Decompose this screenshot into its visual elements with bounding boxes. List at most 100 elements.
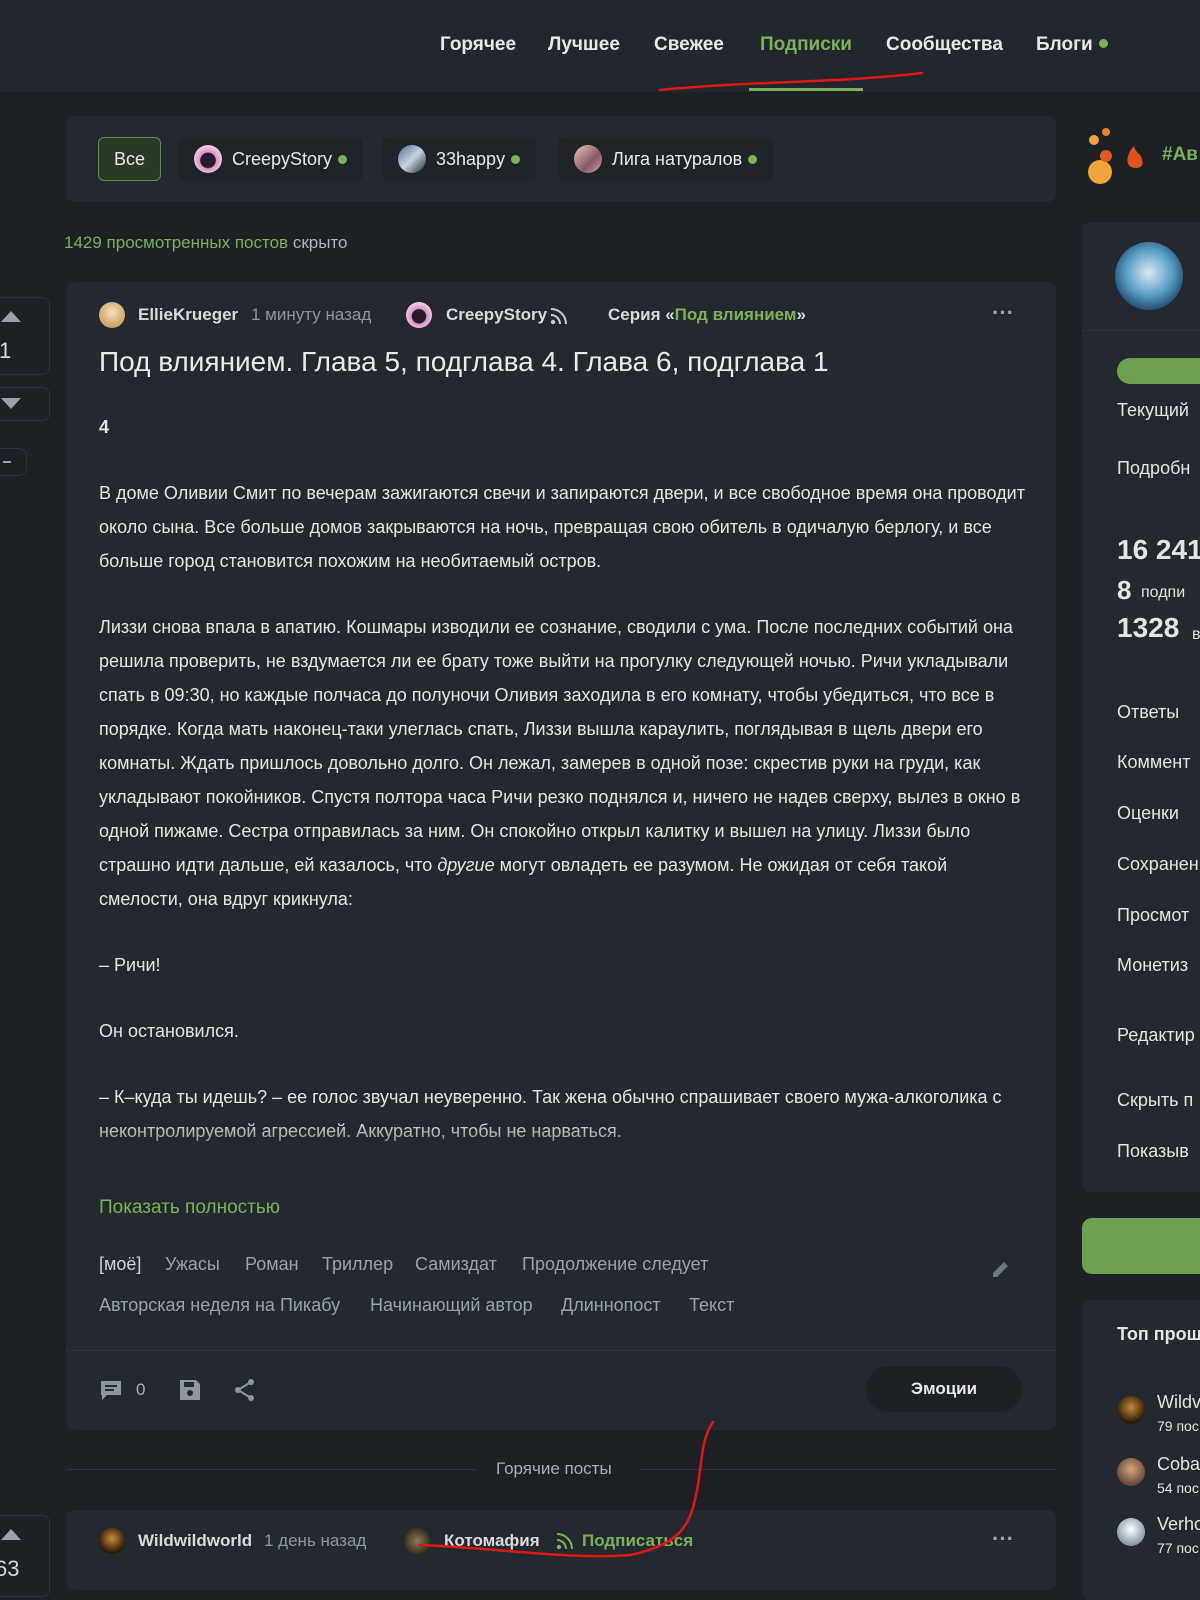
- sidebar-hide-link[interactable]: Скрыть п: [1117, 1090, 1193, 1111]
- edit-tags-icon[interactable]: [991, 1259, 1011, 1279]
- hidden-suffix: скрыто: [288, 233, 348, 252]
- hidden-posts-note: 1429 просмотренных постов скрыто: [64, 233, 347, 253]
- new-indicator-dot: [338, 154, 348, 164]
- top-user-name[interactable]: Wildv: [1157, 1392, 1200, 1413]
- paragraph: Он остановился.: [99, 1021, 239, 1041]
- tag-item[interactable]: Продолжение следует: [522, 1254, 708, 1275]
- sidebar-menu-answers[interactable]: Ответы: [1117, 702, 1179, 723]
- minus-icon: [3, 461, 11, 463]
- top-user-avatar[interactable]: [1117, 1458, 1145, 1486]
- rating-value: 63: [0, 1556, 20, 1581]
- sidebar-show-link[interactable]: Показыв: [1117, 1141, 1189, 1162]
- sidebar-details-link[interactable]: Подробн: [1117, 458, 1190, 479]
- post-time: 1 минуту назад: [251, 305, 372, 324]
- tag-item[interactable]: Текст: [689, 1295, 734, 1316]
- nav-fresh[interactable]: Свежее: [654, 34, 724, 56]
- nav-best[interactable]: Лучшее: [548, 34, 620, 56]
- sidebar-menu-viewed[interactable]: Просмот: [1117, 905, 1189, 926]
- author-avatar[interactable]: [99, 1528, 125, 1554]
- downvote-icon[interactable]: [1, 398, 21, 412]
- nav-communities[interactable]: Сообщества: [886, 34, 1003, 56]
- post-title[interactable]: Под влиянием. Глава 5, подглава 4. Глава…: [99, 346, 829, 378]
- post-author[interactable]: EllieKrueger: [138, 305, 238, 325]
- filter-chip-naturals[interactable]: Лига натуралов: [558, 137, 774, 181]
- upvote-icon[interactable]: [1, 1526, 21, 1540]
- series-link[interactable]: Под влиянием: [675, 305, 797, 324]
- community-avatar[interactable]: [404, 1528, 430, 1554]
- hot-posts-label: Горячие посты: [496, 1459, 612, 1478]
- divider-line: [66, 1469, 476, 1470]
- chip-label: CreepyStory: [232, 148, 333, 169]
- emotions-button[interactable]: Эмоции: [866, 1366, 1022, 1412]
- tag-item[interactable]: Авторская неделя на Пикабу: [99, 1295, 340, 1316]
- sidebar-stat-posts-label: в: [1192, 626, 1200, 643]
- sidebar-menu-saved[interactable]: Сохранен: [1117, 854, 1199, 875]
- post2-time: 1 день назад: [264, 1531, 367, 1550]
- tag-item[interactable]: [моё]: [99, 1254, 141, 1275]
- filter-chip-creepystory[interactable]: CreepyStory: [178, 137, 364, 181]
- top-user-posts: 79 пос: [1157, 1418, 1199, 1434]
- sidebar-menu-comments[interactable]: Коммент: [1117, 752, 1190, 773]
- sidebar-action-button[interactable]: [1082, 1218, 1200, 1274]
- share-icon[interactable]: [234, 1378, 256, 1402]
- save-icon[interactable]: [179, 1379, 201, 1401]
- top-user-name[interactable]: Coba: [1157, 1454, 1200, 1475]
- nav-blogs-label: Блоги: [1036, 34, 1093, 55]
- post-more-menu-icon[interactable]: ···: [992, 300, 1014, 326]
- top-user-avatar[interactable]: [1117, 1396, 1145, 1424]
- tag-item[interactable]: Начинающий автор: [370, 1295, 533, 1316]
- vote-extra-box[interactable]: [0, 448, 27, 476]
- post2-community[interactable]: Котомафия: [444, 1531, 540, 1551]
- profile-avatar[interactable]: [1115, 242, 1183, 310]
- sidebar-menu-monetization[interactable]: Монетиз: [1117, 955, 1188, 976]
- author-avatar[interactable]: [99, 302, 125, 328]
- avatar-naturals: [574, 145, 602, 173]
- top-user-name[interactable]: Verho: [1157, 1514, 1200, 1535]
- top-user-avatar[interactable]: [1117, 1518, 1145, 1546]
- chip-label: 33happy: [436, 148, 506, 169]
- sidebar-stat-subscribers: 8: [1117, 575, 1132, 605]
- post-community[interactable]: CreepyStory: [446, 305, 547, 325]
- divider-line: [640, 1469, 1056, 1470]
- nav-subscriptions[interactable]: Подписки: [760, 34, 852, 56]
- comment-icon[interactable]: [99, 1379, 123, 1401]
- section-number: 4: [99, 417, 110, 437]
- rss-icon[interactable]: [550, 307, 568, 325]
- paragraph: – Ричи!: [99, 955, 161, 975]
- footer-divider: [66, 1350, 1056, 1351]
- nav-blogs[interactable]: Блоги: [1036, 34, 1108, 56]
- sidebar-edit-link[interactable]: Редактир: [1117, 1025, 1195, 1046]
- chip-label: Лига натуралов: [612, 148, 743, 169]
- tag-item[interactable]: Триллер: [322, 1254, 393, 1275]
- progress-pill: [1117, 358, 1200, 384]
- comments-count: 0: [136, 1380, 146, 1399]
- tag-item[interactable]: Роман: [245, 1254, 299, 1275]
- post2-author[interactable]: Wildwildworld: [138, 1531, 252, 1551]
- vote-box-post2: 63: [0, 1515, 50, 1597]
- series-prefix: Серия «: [608, 305, 675, 324]
- sidebar-current-label: Текущий: [1117, 400, 1189, 420]
- vote-upper-box: 1: [0, 297, 50, 375]
- tag-item[interactable]: Длиннопост: [561, 1295, 661, 1316]
- paragraph: Лиззи снова впала в апатию. Кошмары изво…: [99, 610, 1029, 916]
- filter-chip-33happy[interactable]: 33happy: [382, 137, 537, 181]
- sidebar-top-title: Топ прош: [1117, 1324, 1200, 1344]
- viewed-posts-link[interactable]: 1429 просмотренных постов: [64, 233, 288, 252]
- fire-emoji-icon: [1088, 128, 1143, 184]
- rating-value: 1: [0, 338, 12, 363]
- sidebar-stat-subscribers-label: подпи: [1141, 584, 1186, 601]
- subscribe-link[interactable]: Подписаться: [582, 1531, 693, 1551]
- new-indicator-dot: [1098, 39, 1108, 48]
- upvote-icon[interactable]: [1, 308, 21, 322]
- sidebar-stat-posts: 1328: [1117, 612, 1180, 643]
- show-full-link[interactable]: Показать полностью: [99, 1197, 280, 1219]
- community-avatar[interactable]: [406, 302, 432, 328]
- filter-all-chip[interactable]: Все: [98, 137, 161, 181]
- sidebar-hashtag[interactable]: #Ав: [1162, 144, 1198, 166]
- tag-item[interactable]: Самиздат: [415, 1254, 497, 1275]
- tag-item[interactable]: Ужасы: [165, 1254, 220, 1275]
- sidebar-menu-ratings[interactable]: Оценки: [1117, 803, 1179, 824]
- post2-more-menu-icon[interactable]: ···: [992, 1526, 1014, 1552]
- filter-all-label: Все: [113, 148, 146, 169]
- nav-hot[interactable]: Горячее: [440, 34, 516, 56]
